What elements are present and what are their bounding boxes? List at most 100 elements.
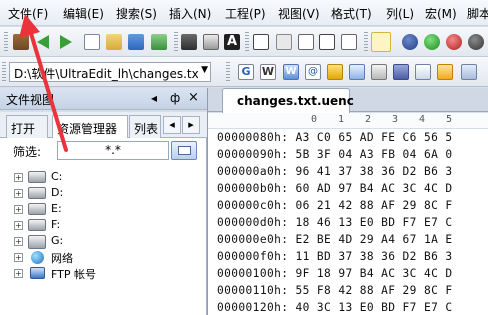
hex-bytes[interactable]: 06 21 42 88 AF 29 8C F bbox=[296, 199, 453, 212]
expand-icon[interactable]: + bbox=[14, 173, 23, 182]
panel-title: 文件视图 bbox=[6, 93, 55, 107]
tree-item-label: 网络 bbox=[51, 252, 73, 265]
new-file-icon[interactable] bbox=[84, 34, 100, 50]
pin-icon[interactable]: ф bbox=[170, 91, 180, 105]
chevron-down-icon[interactable]: ▼ bbox=[201, 65, 208, 75]
hex-address: 00000100h: bbox=[217, 267, 289, 280]
file-path-value: D:\软件\UltraEdit_lh\changes.tx bbox=[14, 67, 199, 81]
wikipedia-icon[interactable]: W bbox=[260, 64, 276, 80]
hex-address: 000000e0h: bbox=[217, 233, 289, 246]
tab-list[interactable]: 列表 bbox=[129, 115, 161, 138]
explorer-body: 筛选: *.* + C: + D: + E: + F: + G: + 网络 + … bbox=[0, 138, 207, 315]
ruler-tick: 4 bbox=[419, 114, 426, 125]
hex-column-ruler: 0 1 2 3 4 5 bbox=[208, 113, 488, 129]
php-icon[interactable] bbox=[393, 64, 409, 80]
back-arrow-icon[interactable] bbox=[37, 35, 49, 49]
font-icon[interactable]: A bbox=[224, 34, 240, 50]
copy-icon[interactable] bbox=[298, 34, 314, 50]
google-search-icon[interactable]: G bbox=[238, 64, 254, 80]
hex-bytes[interactable]: 11 BD 37 38 36 D2 B6 3 bbox=[296, 250, 453, 263]
menu-file[interactable]: 文件(F) bbox=[8, 5, 48, 22]
hex-address: 000000b0h: bbox=[217, 182, 289, 195]
hex-mode-toggle-icon[interactable] bbox=[371, 32, 391, 52]
hex-row: 000000f0h: 11 BD 37 38 36 D2 B6 3 bbox=[217, 250, 452, 266]
ruler-tick: 0 bbox=[311, 114, 318, 125]
toolbar-grip bbox=[174, 32, 178, 52]
hex-bytes[interactable]: 5B 3F 04 A3 FB 04 6A 0 bbox=[296, 148, 453, 161]
expand-icon[interactable]: + bbox=[14, 221, 23, 230]
record-macro-icon[interactable] bbox=[402, 34, 418, 50]
expand-icon[interactable]: + bbox=[14, 205, 23, 214]
menu-column[interactable]: 列(L) bbox=[386, 5, 414, 22]
wand-icon[interactable] bbox=[13, 34, 29, 50]
hex-editor-area[interactable]: 00000080h: A3 C0 65 AD FE C6 56 5 000000… bbox=[208, 129, 488, 315]
tree-item-label: F: bbox=[51, 218, 61, 231]
menu-edit[interactable]: 编辑(E) bbox=[63, 5, 104, 22]
menu-bar: 文件(F) 编辑(E) 搜索(S) 插入(N) 工程(P) 视图(V) 格式(T… bbox=[0, 0, 488, 26]
hex-bytes[interactable]: E2 BE 4D 29 A4 67 1A E bbox=[296, 233, 453, 246]
hex-bytes[interactable]: 9F 18 97 B4 AC 3C 4C D bbox=[296, 267, 453, 280]
settings-icon[interactable] bbox=[468, 34, 484, 50]
hex-bytes[interactable]: 96 41 37 38 36 D2 B6 3 bbox=[296, 165, 453, 178]
select-all-icon[interactable] bbox=[341, 34, 357, 50]
filter-input[interactable]: *.* bbox=[57, 141, 169, 160]
toolbar-grip[interactable] bbox=[4, 32, 8, 52]
web-search-icon[interactable]: W bbox=[283, 64, 299, 80]
expand-icon[interactable]: + bbox=[14, 269, 23, 278]
ruler-tick: 5 bbox=[446, 114, 453, 125]
cut-icon[interactable] bbox=[276, 34, 292, 50]
hex-bytes[interactable]: 40 3C 13 E0 BD F7 E7 C bbox=[296, 301, 453, 314]
yahoo-icon[interactable] bbox=[327, 64, 343, 80]
print-icon[interactable] bbox=[181, 34, 197, 50]
tab-open[interactable]: 打开 bbox=[6, 115, 48, 138]
hex-address: 00000090h: bbox=[217, 148, 289, 161]
hex-row: 000000b0h: 60 AD 97 B4 AC 3C 4C D bbox=[217, 182, 452, 198]
document-icon[interactable] bbox=[253, 34, 269, 50]
tab-scroll-right-icon[interactable]: ▸ bbox=[182, 116, 200, 134]
panel-menu-icon[interactable]: ◂ bbox=[151, 91, 157, 105]
print-preview-icon[interactable] bbox=[203, 34, 219, 50]
menu-view[interactable]: 视图(V) bbox=[278, 5, 320, 22]
email-icon[interactable]: @ bbox=[305, 64, 321, 80]
tree-item-ftp-accounts[interactable]: + FTP 帐号 bbox=[14, 266, 194, 284]
tab-explorer[interactable]: 资源管理器 bbox=[52, 115, 128, 139]
open-folder-icon[interactable] bbox=[106, 34, 122, 50]
hex-row: 000000d0h: 18 46 13 E0 BD F7 E7 C bbox=[217, 216, 452, 232]
tree-item-label: G: bbox=[51, 234, 64, 247]
paste-icon[interactable] bbox=[319, 34, 335, 50]
menu-project[interactable]: 工程(P) bbox=[225, 5, 266, 22]
menu-macro[interactable]: 宏(M) bbox=[425, 5, 457, 22]
msdn-icon[interactable] bbox=[415, 64, 431, 80]
folder-browse-button[interactable] bbox=[171, 141, 197, 160]
windows-icon[interactable] bbox=[437, 64, 453, 80]
hex-bytes[interactable]: A3 C0 65 AD FE C6 56 5 bbox=[296, 131, 453, 144]
expand-icon[interactable]: + bbox=[14, 189, 23, 198]
file-path-combo[interactable]: D:\软件\UltraEdit_lh\changes.tx ▼ bbox=[9, 62, 211, 82]
ruler-tick: 2 bbox=[365, 114, 372, 125]
expand-icon[interactable]: + bbox=[14, 253, 23, 262]
menu-script[interactable]: 脚本 bbox=[467, 5, 488, 22]
hex-address: 000000a0h: bbox=[217, 165, 289, 178]
menu-format[interactable]: 格式(T) bbox=[331, 5, 372, 22]
hex-bytes[interactable]: 60 AD 97 B4 AC 3C 4C D bbox=[296, 182, 453, 195]
menu-search[interactable]: 搜索(S) bbox=[116, 5, 157, 22]
toolbar-grip[interactable] bbox=[2, 62, 6, 82]
dictionary-icon[interactable] bbox=[349, 64, 365, 80]
hex-bytes[interactable]: 55 F8 42 88 AF 29 8C F bbox=[296, 284, 453, 297]
menu-insert[interactable]: 插入(N) bbox=[169, 5, 211, 22]
hex-bytes[interactable]: 18 46 13 E0 BD F7 E7 C bbox=[296, 216, 453, 229]
forward-arrow-icon[interactable] bbox=[60, 35, 72, 49]
stop-icon[interactable] bbox=[446, 34, 462, 50]
drive-icon bbox=[28, 187, 46, 199]
expand-icon[interactable]: + bbox=[14, 237, 23, 246]
hex-address: 000000c0h: bbox=[217, 199, 289, 212]
save-icon[interactable] bbox=[128, 34, 144, 50]
editor-tab-changes[interactable]: changes.txt.uenc bbox=[222, 88, 354, 113]
play-macro-icon[interactable] bbox=[424, 34, 440, 50]
close-icon[interactable]: × bbox=[188, 90, 199, 105]
save-all-icon[interactable] bbox=[151, 34, 167, 50]
tab-scroll-left-icon[interactable]: ◂ bbox=[163, 116, 181, 134]
reference-icon[interactable] bbox=[371, 64, 387, 80]
customize-icon[interactable] bbox=[461, 64, 477, 80]
ultraedit-window: 文件(F) 编辑(E) 搜索(S) 插入(N) 工程(P) 视图(V) 格式(T… bbox=[0, 0, 488, 315]
